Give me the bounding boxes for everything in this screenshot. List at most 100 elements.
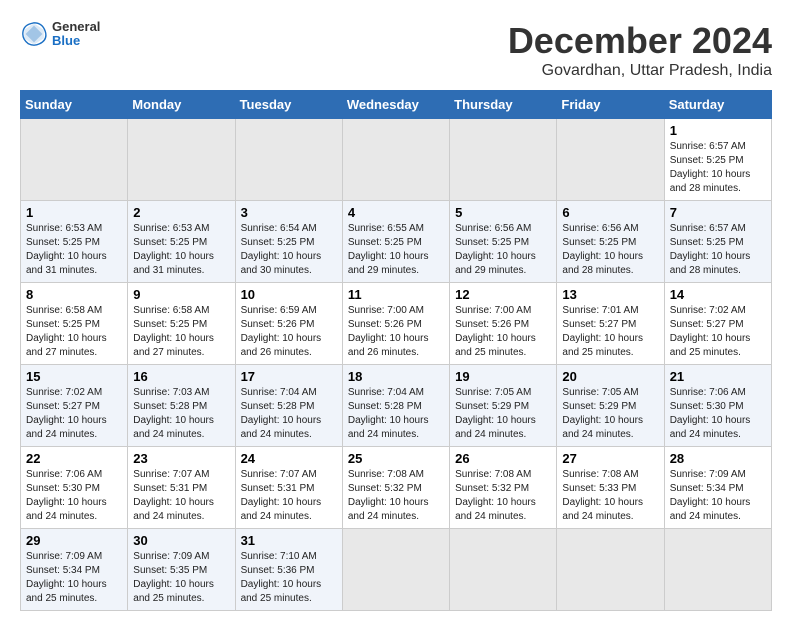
day-info: Sunrise: 6:55 AM Sunset: 5:25 PM Dayligh… bbox=[348, 222, 444, 278]
day-number: 30 bbox=[133, 533, 229, 548]
day-info: Sunrise: 7:05 AM Sunset: 5:29 PM Dayligh… bbox=[562, 386, 658, 442]
day-number: 1 bbox=[670, 123, 766, 138]
day-of-week-header: Tuesday bbox=[235, 91, 342, 119]
day-info: Sunrise: 6:59 AM Sunset: 5:26 PM Dayligh… bbox=[241, 304, 337, 360]
calendar-cell: 11 Sunrise: 7:00 AM Sunset: 5:26 PM Dayl… bbox=[342, 283, 449, 365]
calendar-week-row: 22 Sunrise: 7:06 AM Sunset: 5:30 PM Dayl… bbox=[21, 447, 772, 529]
day-number: 4 bbox=[348, 205, 444, 220]
day-number: 7 bbox=[670, 205, 766, 220]
day-info: Sunrise: 7:09 AM Sunset: 5:34 PM Dayligh… bbox=[670, 468, 766, 524]
logo: General Blue bbox=[20, 20, 100, 49]
day-info: Sunrise: 7:07 AM Sunset: 5:31 PM Dayligh… bbox=[133, 468, 229, 524]
day-info: Sunrise: 7:04 AM Sunset: 5:28 PM Dayligh… bbox=[241, 386, 337, 442]
logo-general: General bbox=[52, 20, 100, 34]
day-info: Sunrise: 7:04 AM Sunset: 5:28 PM Dayligh… bbox=[348, 386, 444, 442]
day-number: 6 bbox=[562, 205, 658, 220]
day-number: 10 bbox=[241, 287, 337, 302]
calendar-cell: 23 Sunrise: 7:07 AM Sunset: 5:31 PM Dayl… bbox=[128, 447, 235, 529]
calendar-cell: 15 Sunrise: 7:02 AM Sunset: 5:27 PM Dayl… bbox=[21, 365, 128, 447]
day-number: 9 bbox=[133, 287, 229, 302]
calendar-cell: 21 Sunrise: 7:06 AM Sunset: 5:30 PM Dayl… bbox=[664, 365, 771, 447]
calendar-body: 1 Sunrise: 6:57 AM Sunset: 5:25 PM Dayli… bbox=[21, 119, 772, 611]
day-info: Sunrise: 7:01 AM Sunset: 5:27 PM Dayligh… bbox=[562, 304, 658, 360]
calendar-cell bbox=[21, 119, 128, 201]
day-info: Sunrise: 7:00 AM Sunset: 5:26 PM Dayligh… bbox=[455, 304, 551, 360]
calendar-cell: 4 Sunrise: 6:55 AM Sunset: 5:25 PM Dayli… bbox=[342, 201, 449, 283]
day-info: Sunrise: 6:57 AM Sunset: 5:25 PM Dayligh… bbox=[670, 222, 766, 278]
logo-icon bbox=[20, 20, 48, 48]
calendar-cell: 13 Sunrise: 7:01 AM Sunset: 5:27 PM Dayl… bbox=[557, 283, 664, 365]
calendar-cell: 31 Sunrise: 7:10 AM Sunset: 5:36 PM Dayl… bbox=[235, 529, 342, 611]
calendar-cell: 18 Sunrise: 7:04 AM Sunset: 5:28 PM Dayl… bbox=[342, 365, 449, 447]
calendar-cell: 7 Sunrise: 6:57 AM Sunset: 5:25 PM Dayli… bbox=[664, 201, 771, 283]
day-info: Sunrise: 7:06 AM Sunset: 5:30 PM Dayligh… bbox=[670, 386, 766, 442]
day-info: Sunrise: 7:02 AM Sunset: 5:27 PM Dayligh… bbox=[26, 386, 122, 442]
calendar-week-row: 29 Sunrise: 7:09 AM Sunset: 5:34 PM Dayl… bbox=[21, 529, 772, 611]
calendar-cell: 3 Sunrise: 6:54 AM Sunset: 5:25 PM Dayli… bbox=[235, 201, 342, 283]
day-number: 2 bbox=[133, 205, 229, 220]
day-number: 8 bbox=[26, 287, 122, 302]
title-area: December 2024 Govardhan, Uttar Pradesh, … bbox=[508, 20, 772, 80]
day-of-week-header: Saturday bbox=[664, 91, 771, 119]
calendar-cell: 26 Sunrise: 7:08 AM Sunset: 5:32 PM Dayl… bbox=[450, 447, 557, 529]
calendar-title: December 2024 bbox=[508, 20, 772, 62]
calendar-cell: 16 Sunrise: 7:03 AM Sunset: 5:28 PM Dayl… bbox=[128, 365, 235, 447]
calendar-cell bbox=[342, 529, 449, 611]
calendar-cell bbox=[235, 119, 342, 201]
day-number: 20 bbox=[562, 369, 658, 384]
calendar-cell: 1 Sunrise: 6:57 AM Sunset: 5:25 PM Dayli… bbox=[664, 119, 771, 201]
day-number: 12 bbox=[455, 287, 551, 302]
calendar-cell: 28 Sunrise: 7:09 AM Sunset: 5:34 PM Dayl… bbox=[664, 447, 771, 529]
header: General Blue December 2024 Govardhan, Ut… bbox=[20, 20, 772, 80]
day-number: 23 bbox=[133, 451, 229, 466]
day-number: 15 bbox=[26, 369, 122, 384]
calendar-cell: 14 Sunrise: 7:02 AM Sunset: 5:27 PM Dayl… bbox=[664, 283, 771, 365]
day-number: 28 bbox=[670, 451, 766, 466]
calendar-cell: 2 Sunrise: 6:53 AM Sunset: 5:25 PM Dayli… bbox=[128, 201, 235, 283]
day-number: 16 bbox=[133, 369, 229, 384]
day-number: 3 bbox=[241, 205, 337, 220]
day-info: Sunrise: 6:58 AM Sunset: 5:25 PM Dayligh… bbox=[133, 304, 229, 360]
day-number: 13 bbox=[562, 287, 658, 302]
day-number: 11 bbox=[348, 287, 444, 302]
calendar-table: SundayMondayTuesdayWednesdayThursdayFrid… bbox=[20, 90, 772, 611]
logo-text: General Blue bbox=[52, 20, 100, 49]
day-number: 18 bbox=[348, 369, 444, 384]
day-number: 31 bbox=[241, 533, 337, 548]
day-info: Sunrise: 7:09 AM Sunset: 5:34 PM Dayligh… bbox=[26, 550, 122, 606]
day-info: Sunrise: 6:53 AM Sunset: 5:25 PM Dayligh… bbox=[133, 222, 229, 278]
calendar-cell: 19 Sunrise: 7:05 AM Sunset: 5:29 PM Dayl… bbox=[450, 365, 557, 447]
day-number: 24 bbox=[241, 451, 337, 466]
calendar-week-row: 1 Sunrise: 6:53 AM Sunset: 5:25 PM Dayli… bbox=[21, 201, 772, 283]
day-of-week-header: Thursday bbox=[450, 91, 557, 119]
day-number: 25 bbox=[348, 451, 444, 466]
logo-blue: Blue bbox=[52, 34, 100, 48]
day-info: Sunrise: 6:54 AM Sunset: 5:25 PM Dayligh… bbox=[241, 222, 337, 278]
calendar-cell bbox=[664, 529, 771, 611]
calendar-cell bbox=[128, 119, 235, 201]
day-info: Sunrise: 7:08 AM Sunset: 5:32 PM Dayligh… bbox=[455, 468, 551, 524]
day-of-week-header: Sunday bbox=[21, 91, 128, 119]
day-info: Sunrise: 7:08 AM Sunset: 5:32 PM Dayligh… bbox=[348, 468, 444, 524]
day-info: Sunrise: 7:09 AM Sunset: 5:35 PM Dayligh… bbox=[133, 550, 229, 606]
day-of-week-header: Friday bbox=[557, 91, 664, 119]
calendar-cell bbox=[557, 119, 664, 201]
calendar-subtitle: Govardhan, Uttar Pradesh, India bbox=[508, 62, 772, 80]
day-of-week-header: Wednesday bbox=[342, 91, 449, 119]
calendar-cell: 10 Sunrise: 6:59 AM Sunset: 5:26 PM Dayl… bbox=[235, 283, 342, 365]
calendar-cell: 27 Sunrise: 7:08 AM Sunset: 5:33 PM Dayl… bbox=[557, 447, 664, 529]
day-info: Sunrise: 7:00 AM Sunset: 5:26 PM Dayligh… bbox=[348, 304, 444, 360]
calendar-cell bbox=[342, 119, 449, 201]
day-number: 26 bbox=[455, 451, 551, 466]
day-info: Sunrise: 6:53 AM Sunset: 5:25 PM Dayligh… bbox=[26, 222, 122, 278]
day-info: Sunrise: 7:03 AM Sunset: 5:28 PM Dayligh… bbox=[133, 386, 229, 442]
day-number: 29 bbox=[26, 533, 122, 548]
calendar-cell: 5 Sunrise: 6:56 AM Sunset: 5:25 PM Dayli… bbox=[450, 201, 557, 283]
day-info: Sunrise: 6:56 AM Sunset: 5:25 PM Dayligh… bbox=[562, 222, 658, 278]
calendar-week-row: 8 Sunrise: 6:58 AM Sunset: 5:25 PM Dayli… bbox=[21, 283, 772, 365]
calendar-cell: 6 Sunrise: 6:56 AM Sunset: 5:25 PM Dayli… bbox=[557, 201, 664, 283]
day-number: 27 bbox=[562, 451, 658, 466]
calendar-cell: 20 Sunrise: 7:05 AM Sunset: 5:29 PM Dayl… bbox=[557, 365, 664, 447]
calendar-cell: 22 Sunrise: 7:06 AM Sunset: 5:30 PM Dayl… bbox=[21, 447, 128, 529]
calendar-cell: 12 Sunrise: 7:00 AM Sunset: 5:26 PM Dayl… bbox=[450, 283, 557, 365]
